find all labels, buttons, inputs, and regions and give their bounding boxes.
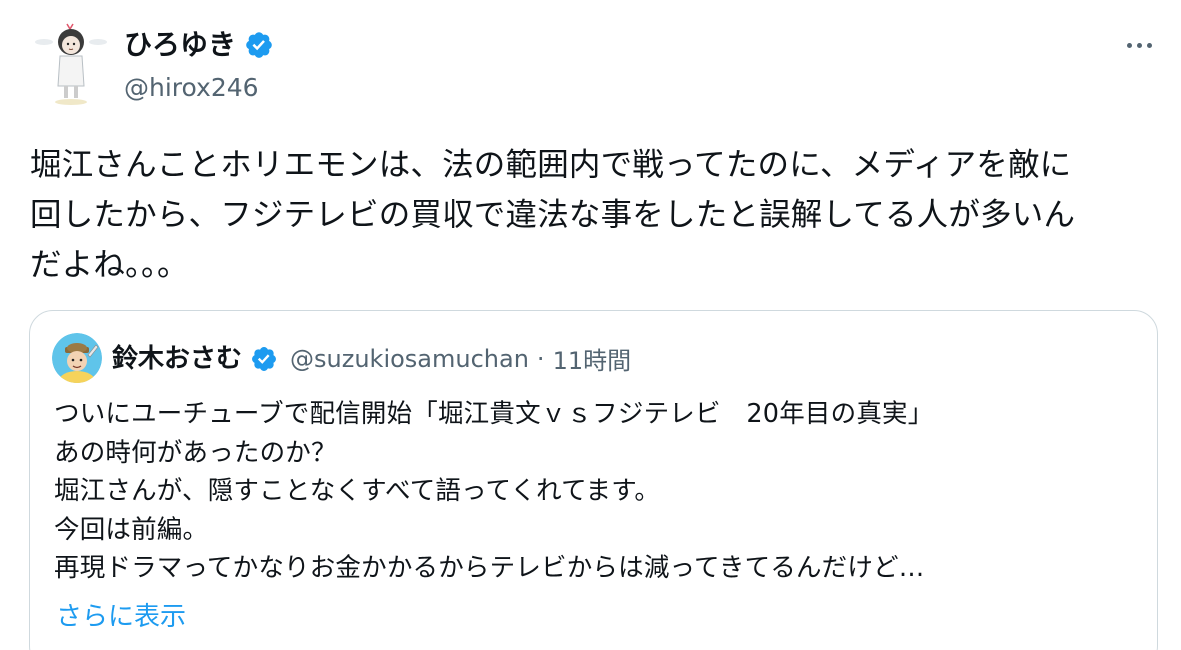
- verified-badge-icon[interactable]: [250, 345, 278, 373]
- avatar-illustration-icon: [52, 333, 102, 383]
- more-dot-icon: [1146, 42, 1152, 48]
- quote-separator: ·: [536, 344, 545, 373]
- author-avatar[interactable]: [34, 20, 110, 106]
- show-more-link[interactable]: さらに表示: [56, 599, 186, 635]
- quote-text-line: 再現ドラマってかなりお金かかるからテレビからは減ってきてるんだけど…: [54, 553, 925, 583]
- more-options-button[interactable]: [1119, 30, 1159, 60]
- quote-text-line: あの時何があったのか？: [54, 437, 337, 468]
- quoted-tweet[interactable]: 鈴木おさむ @suzukiosamuchan · 11時間 ついにユーチューブで…: [29, 310, 1158, 650]
- quote-author-avatar[interactable]: [52, 333, 102, 383]
- quote-header: 鈴木おさむ @suzukiosamuchan · 11時間: [112, 341, 631, 376]
- quote-text: ついにユーチューブで配信開始「堀江貴文ｖｓフジテレビ 20年目の真実」 あの時何…: [54, 395, 1144, 588]
- more-dot-icon: [1136, 42, 1142, 48]
- avatar-illustration-icon: [34, 20, 110, 106]
- author-name-row: ひろゆき: [124, 27, 274, 63]
- quote-timestamp[interactable]: 11時間: [553, 341, 632, 376]
- quote-handle[interactable]: @suzukiosamuchan: [290, 342, 529, 376]
- quote-text-line: ついにユーチューブで配信開始「堀江貴文ｖｓフジテレビ 20年目の真実」: [54, 399, 934, 429]
- author-handle[interactable]: @hirox246: [124, 72, 259, 104]
- verified-badge-icon[interactable]: [244, 30, 274, 60]
- author-display-name[interactable]: ひろゆき: [124, 27, 236, 63]
- quote-text-line: 堀江さんが、隠すことなくすべて語ってくれてます。: [54, 476, 661, 506]
- tweet-text: 堀江さんことホリエモンは、法の範囲内で戦ってたのに、メディアを敵に 回したから、…: [30, 147, 1076, 283]
- more-dot-icon: [1126, 42, 1132, 48]
- quote-text-line: 今回は前編。: [54, 514, 209, 545]
- quote-display-name[interactable]: 鈴木おさむ: [112, 342, 242, 376]
